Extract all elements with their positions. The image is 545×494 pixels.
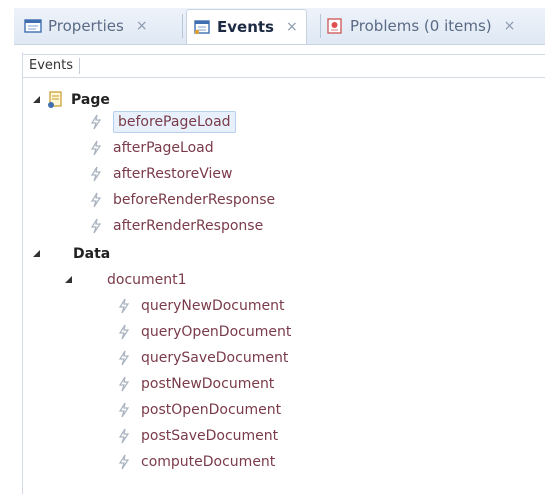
tab-divider: [182, 14, 183, 38]
tab-properties[interactable]: Properties ×: [24, 10, 148, 42]
tree-node-page[interactable]: Page: [31, 88, 110, 112]
tree-event-label: postNewDocument: [141, 376, 275, 392]
event-bolt-icon: [89, 218, 103, 234]
event-bolt-icon: [117, 402, 131, 418]
tree-event-label: queryNewDocument: [141, 298, 285, 314]
event-bolt-icon: [117, 454, 131, 470]
tree-event-label: postOpenDocument: [141, 402, 282, 418]
tree-event-label: postSaveDocument: [141, 428, 279, 444]
tree-event-after-render-response[interactable]: afterRenderResponse: [89, 214, 263, 238]
event-bolt-icon: [117, 298, 131, 314]
tree-event-label: beforeRenderResponse: [113, 192, 276, 208]
properties-icon: [24, 18, 42, 34]
tab-problems[interactable]: Problems (0 items) ×: [326, 10, 515, 42]
tree-node-document1[interactable]: document1: [63, 268, 187, 292]
expand-arrow-icon[interactable]: [31, 246, 73, 262]
tab-events-close-icon[interactable]: ×: [286, 19, 298, 35]
tree-event-label: computeDocument: [141, 454, 276, 470]
tab-problems-label: Problems (0 items): [350, 17, 492, 35]
expand-arrow-icon[interactable]: [31, 92, 47, 108]
event-bolt-icon: [89, 114, 103, 130]
tree-event-after-restore-view[interactable]: afterRestoreView: [89, 162, 232, 186]
event-bolt-icon: [89, 140, 103, 156]
tree-node-data-label: Data: [73, 246, 111, 262]
tree-event-label: beforePageLoad: [113, 111, 236, 133]
tab-properties-label: Properties: [48, 17, 124, 35]
tree-event-query-open-document[interactable]: queryOpenDocument: [117, 320, 291, 344]
event-bolt-icon: [89, 192, 103, 208]
panel-header-label: Events: [29, 58, 81, 74]
event-bolt-icon: [117, 428, 131, 444]
panel-header: Events: [23, 54, 545, 78]
tab-events-label: Events: [217, 18, 274, 36]
tree-event-label: afterRestoreView: [113, 166, 233, 182]
event-bolt-icon: [117, 376, 131, 392]
tab-divider: [320, 14, 321, 38]
tree-event-label: querySaveDocument: [141, 350, 289, 366]
page-icon: [47, 91, 63, 109]
tree-event-query-new-document[interactable]: queryNewDocument: [117, 294, 284, 318]
tree-node-document1-label: document1: [107, 272, 187, 288]
tree-event-before-page-load[interactable]: beforePageLoad: [89, 110, 236, 134]
tab-events[interactable]: Events ×: [186, 9, 307, 44]
tab-problems-close-icon[interactable]: ×: [504, 18, 516, 34]
tree-event-after-page-load[interactable]: afterPageLoad: [89, 136, 214, 160]
tree-event-post-save-document[interactable]: postSaveDocument: [117, 424, 278, 448]
tree-node-data[interactable]: Data: [31, 242, 110, 266]
events-icon: [193, 19, 211, 35]
tree-event-post-open-document[interactable]: postOpenDocument: [117, 398, 281, 422]
tab-properties-close-icon[interactable]: ×: [136, 18, 148, 34]
tree-event-label: queryOpenDocument: [141, 324, 292, 340]
tree-event-label: afterPageLoad: [113, 140, 214, 156]
view-tab-strip: Properties × Events × Problems (0 items)…: [14, 8, 545, 45]
event-bolt-icon: [89, 166, 103, 182]
events-view: Properties × Events × Problems (0 items)…: [0, 0, 545, 494]
event-bolt-icon: [117, 350, 131, 366]
tree-event-compute-document[interactable]: computeDocument: [117, 450, 275, 474]
tree-event-query-save-document[interactable]: querySaveDocument: [117, 346, 288, 370]
problems-icon: [326, 18, 344, 34]
tree-node-page-label: Page: [71, 92, 110, 108]
event-bolt-icon: [117, 324, 131, 340]
expand-arrow-icon[interactable]: [63, 272, 107, 288]
tree-event-label: afterRenderResponse: [113, 218, 264, 234]
tree-event-post-new-document[interactable]: postNewDocument: [117, 372, 274, 396]
events-panel: Events Page beforePageLoad afterPageLoad…: [22, 52, 545, 494]
tree-event-before-render-response[interactable]: beforeRenderResponse: [89, 188, 275, 212]
